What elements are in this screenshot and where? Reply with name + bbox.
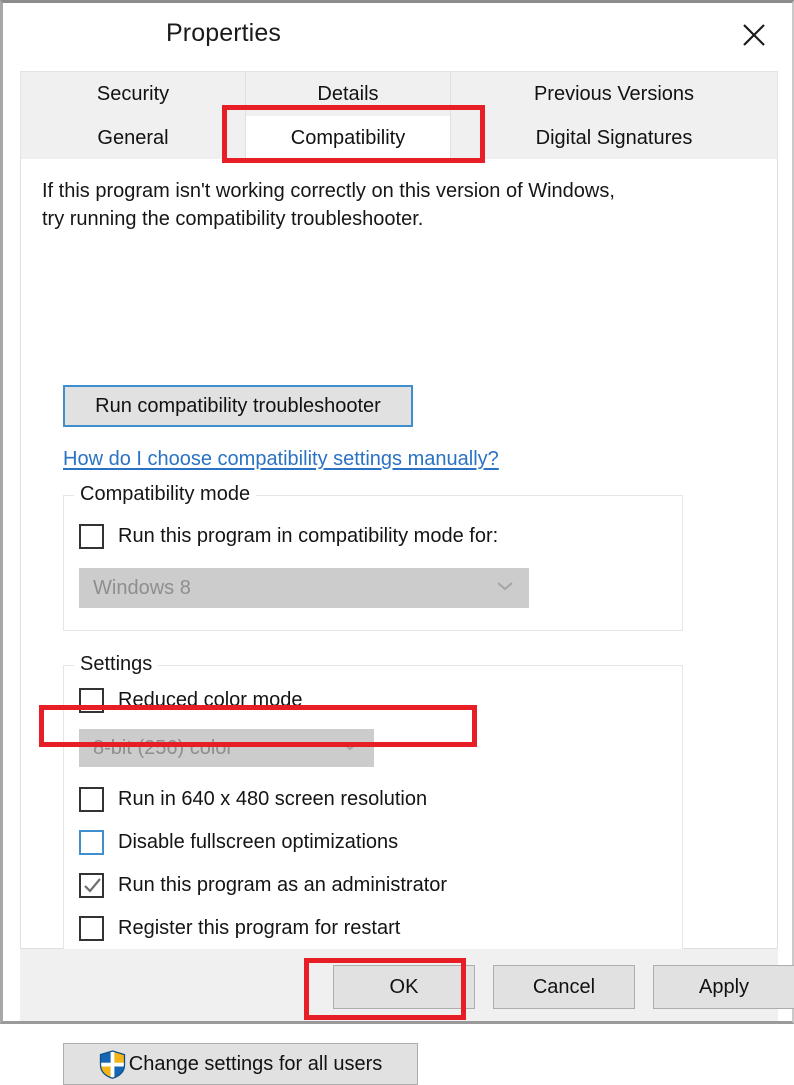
intro-text: If this program isn't working correctly … bbox=[42, 177, 615, 233]
compatibility-help-link[interactable]: How do I choose compatibility settings m… bbox=[63, 448, 499, 471]
tab-row-1: Security Details Previous Versions bbox=[21, 72, 777, 116]
checkbox-box[interactable] bbox=[79, 873, 104, 898]
page-title: Properties bbox=[166, 19, 281, 47]
tab-security[interactable]: Security bbox=[21, 72, 246, 116]
change-settings-all-users-label: Change settings for all users bbox=[128, 1052, 383, 1075]
intro-line-1: If this program isn't working correctly … bbox=[42, 180, 615, 202]
tab-row-2: General Compatibility Digital Signatures bbox=[21, 116, 777, 160]
chevron-down-icon bbox=[495, 579, 515, 597]
intro-line-2: try running the compatibility troublesho… bbox=[42, 208, 424, 230]
checkbox-run-640x480[interactable]: Run in 640 x 480 screen resolution bbox=[79, 787, 427, 812]
checkbox-disable-fullscreen-optimizations[interactable]: Disable fullscreen optimizations bbox=[79, 830, 398, 855]
color-depth-select[interactable]: 8-bit (256) color bbox=[79, 729, 374, 767]
checkbox-label: Disable fullscreen optimizations bbox=[118, 831, 399, 853]
title-bar: Properties bbox=[3, 3, 792, 71]
checkbox-label: Run this program as an administrator bbox=[118, 874, 448, 896]
run-compatibility-troubleshooter-button[interactable]: Run compatibility troubleshooter bbox=[63, 385, 413, 427]
change-settings-all-users-button[interactable]: Change settings for all users bbox=[63, 1043, 418, 1085]
checkbox-label: Run in 640 x 480 screen resolution bbox=[118, 788, 428, 810]
tab-general[interactable]: General bbox=[21, 116, 246, 160]
checkbox-run-compatibility-mode[interactable]: Run this program in compatibility mode f… bbox=[79, 524, 498, 549]
checkbox-label: Reduced color mode bbox=[118, 689, 303, 711]
uac-shield-icon bbox=[99, 1049, 126, 1079]
checkbox-reduced-color-mode[interactable]: Reduced color mode bbox=[79, 688, 303, 713]
compatibility-mode-legend: Compatibility mode bbox=[74, 483, 257, 506]
tab-compatibility[interactable]: Compatibility bbox=[246, 116, 451, 160]
checkbox-box[interactable] bbox=[79, 688, 104, 713]
checkmark-icon bbox=[84, 878, 101, 893]
checkbox-register-for-restart[interactable]: Register this program for restart bbox=[79, 916, 400, 941]
cancel-button[interactable]: Cancel bbox=[493, 965, 635, 1009]
checkbox-box[interactable] bbox=[79, 916, 104, 941]
apply-button[interactable]: Apply bbox=[653, 965, 794, 1009]
tab-strip: Security Details Previous Versions Gener… bbox=[20, 71, 778, 160]
checkbox-label: Register this program for restart bbox=[118, 917, 401, 939]
checkbox-run-as-administrator[interactable]: Run this program as an administrator bbox=[79, 873, 447, 898]
checkbox-label: Run this program in compatibility mode f… bbox=[118, 525, 499, 547]
chevron-down-icon bbox=[340, 739, 360, 757]
dialog-footer: OK Cancel Apply bbox=[20, 949, 794, 1021]
tab-previous-versions[interactable]: Previous Versions bbox=[451, 72, 777, 116]
properties-dialog: Properties Security Details Previous Ver… bbox=[0, 0, 794, 1085]
tab-details[interactable]: Details bbox=[246, 72, 451, 116]
tab-digital-signatures[interactable]: Digital Signatures bbox=[451, 116, 777, 160]
compatibility-os-value: Windows 8 bbox=[93, 576, 191, 599]
color-depth-value: 8-bit (256) color bbox=[93, 736, 234, 759]
checkbox-box[interactable] bbox=[79, 524, 104, 549]
compatibility-panel: If this program isn't working correctly … bbox=[20, 159, 778, 1085]
settings-legend: Settings bbox=[74, 653, 159, 676]
ok-button[interactable]: OK bbox=[333, 965, 475, 1009]
checkbox-box[interactable] bbox=[79, 830, 104, 855]
compatibility-mode-group: Compatibility mode bbox=[63, 483, 683, 631]
compatibility-os-select[interactable]: Windows 8 bbox=[79, 568, 529, 608]
close-icon[interactable] bbox=[730, 13, 778, 57]
checkbox-box[interactable] bbox=[79, 787, 104, 812]
